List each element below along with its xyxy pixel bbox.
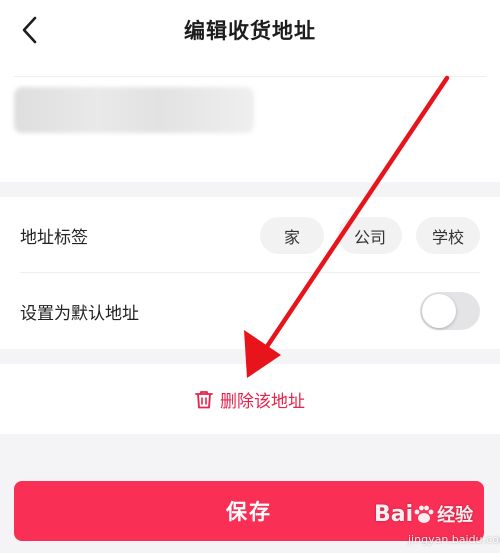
tag-chip-company[interactable]: 公司 (338, 217, 402, 254)
tag-chip-home[interactable]: 家 (260, 217, 324, 254)
divider (14, 76, 486, 77)
chevron-left-icon (22, 16, 37, 44)
delete-card: 删除该地址 (0, 364, 500, 434)
screen: 编辑收货地址 地址标签 家 公司 学校 设置为默认地址 删除该地址 保存 Bai… (0, 0, 500, 553)
address-tag-row: 地址标签 家 公司 学校 (0, 197, 500, 273)
delete-address-button[interactable]: 删除该地址 (195, 387, 305, 412)
default-address-toggle[interactable] (420, 292, 480, 330)
save-button[interactable]: 保存 (14, 481, 484, 541)
address-tag-chips: 家 公司 学校 (260, 217, 480, 254)
header-bar: 编辑收货地址 (0, 0, 500, 60)
address-tag-label: 地址标签 (20, 227, 88, 248)
back-button[interactable] (12, 12, 48, 48)
delete-address-label: 删除该地址 (220, 391, 305, 412)
default-address-row: 设置为默认地址 (0, 273, 500, 349)
trash-icon (195, 390, 213, 408)
blurred-address-field[interactable] (14, 87, 254, 133)
address-card (0, 60, 500, 182)
settings-card: 地址标签 家 公司 学校 设置为默认地址 (0, 197, 500, 349)
tag-chip-school[interactable]: 学校 (416, 217, 480, 254)
toggle-knob (422, 294, 456, 328)
default-address-label: 设置为默认地址 (20, 303, 139, 324)
page-title: 编辑收货地址 (184, 19, 316, 43)
